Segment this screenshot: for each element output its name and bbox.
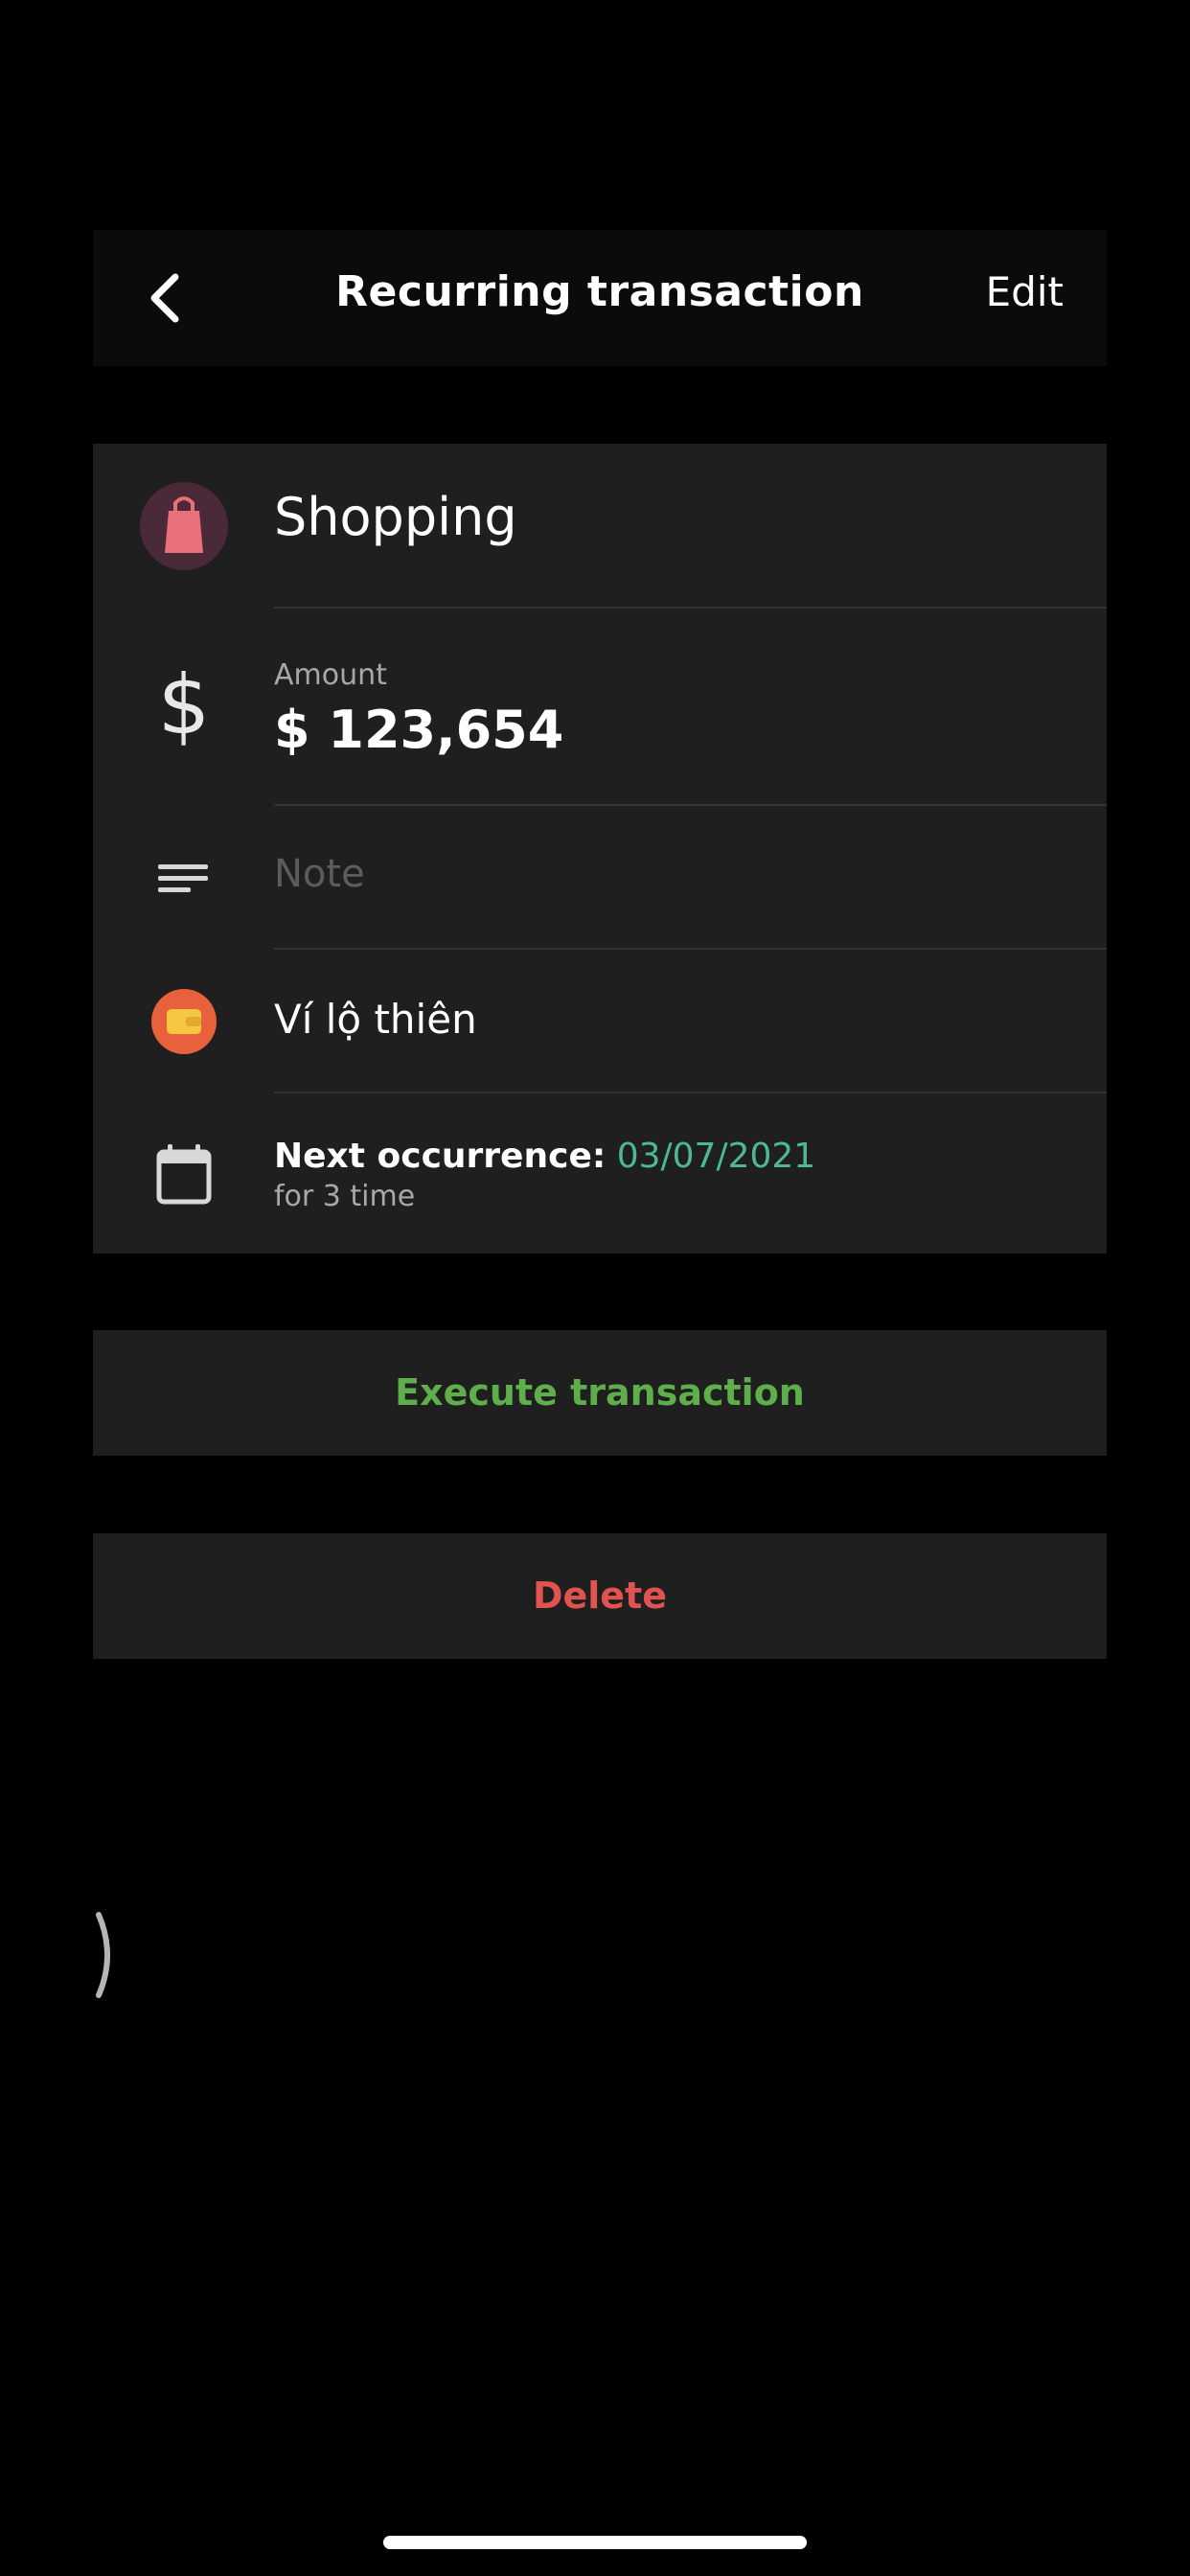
next-occurrence-date: 03/07/2021 [616, 1137, 816, 1176]
amount-label: Amount [274, 658, 387, 692]
amount-value: $ 123,654 [274, 700, 564, 760]
delete-button[interactable]: Delete [93, 1533, 1107, 1659]
svg-text:$: $ [158, 657, 211, 752]
edit-button[interactable]: Edit [986, 230, 1064, 366]
amount-row[interactable]: $ Amount $ 123,654 [93, 609, 1107, 806]
chevron-left-icon [150, 273, 179, 323]
wallet-row[interactable]: Ví lộ thiên [93, 950, 1107, 1093]
page-title: Recurring transaction [335, 267, 864, 316]
category-name: Shopping [274, 487, 517, 547]
note-lines-icon [136, 830, 232, 926]
note-field[interactable]: Note [274, 852, 365, 896]
next-occurrence: Next occurrence: 03/07/2021 [274, 1137, 815, 1176]
loading-arc-icon [96, 1912, 110, 1998]
shopping-bag-icon [136, 478, 232, 574]
occurrence-row[interactable]: Next occurrence: 03/07/2021 for 3 time [93, 1093, 1107, 1254]
next-occurrence-label: Next occurrence: [274, 1137, 606, 1176]
back-button[interactable] [131, 260, 198, 336]
transaction-details-card: Shopping $ Amount $ 123,654 Note Ví lộ t… [93, 444, 1107, 1254]
wallet-icon [136, 974, 232, 1070]
dollar-icon: $ [136, 656, 232, 752]
calendar-icon [136, 1127, 232, 1223]
wallet-name: Ví lộ thiên [274, 996, 477, 1043]
category-row[interactable]: Shopping [93, 444, 1107, 609]
home-indicator[interactable] [383, 2536, 807, 2549]
navigation-bar: Recurring transaction Edit [93, 230, 1107, 366]
note-row[interactable]: Note [93, 806, 1107, 950]
execute-transaction-button[interactable]: Execute transaction [93, 1330, 1107, 1456]
repeat-count: for 3 time [274, 1180, 416, 1213]
